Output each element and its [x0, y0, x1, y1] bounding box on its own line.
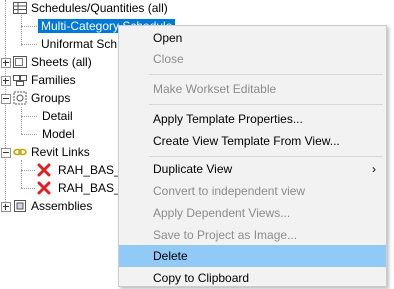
context-menu: Open Close Make Workset Editable Apply T… [118, 25, 387, 287]
tree-guide-line [21, 170, 35, 171]
menu-item-label: Close [153, 52, 184, 66]
menu-item-label: Open [153, 31, 183, 45]
tree-item-link-1[interactable]: RAH_BAS_A [36, 161, 129, 179]
expand-icon[interactable] [1, 202, 11, 212]
collapse-icon[interactable] [1, 94, 11, 104]
tree-guide-groups [21, 107, 22, 134]
tree-guide-line [21, 116, 37, 117]
sheet-icon [13, 55, 27, 69]
menu-item-label: Convert to independent view [153, 184, 306, 198]
tree-item-label: Groups [31, 91, 71, 105]
error-x-icon [37, 163, 51, 177]
menu-item-open[interactable]: Open [119, 27, 386, 49]
menu-item-apply-dependent-views[interactable]: Apply Dependent Views... [119, 202, 386, 224]
tree-item-detail[interactable]: Detail [42, 107, 73, 125]
tree-item-revit-links[interactable]: Revit Links [0, 143, 120, 161]
tree-item-label: Detail [42, 109, 73, 123]
error-x-icon [37, 181, 51, 195]
schedule-icon [13, 1, 27, 15]
expand-icon[interactable] [1, 58, 11, 68]
menu-separator [149, 104, 383, 105]
menu-item-label: Delete [153, 249, 188, 263]
tree-item-label: Schedules/Quantities (all) [31, 1, 168, 15]
menu-item-label: Duplicate View [153, 162, 233, 176]
submenu-arrow-icon: › [372, 162, 376, 176]
menu-item-convert-to-independent-view[interactable]: Convert to independent view [119, 180, 386, 202]
assemblies-icon [13, 199, 27, 213]
tree-item-label: Model [42, 127, 75, 141]
menu-item-duplicate-view[interactable]: Duplicate View › [119, 158, 386, 180]
families-icon [13, 73, 27, 87]
menu-item-label: Copy to Clipboard [153, 271, 250, 285]
tree-item-uniformat-schedule[interactable]: Uniformat Sch [38, 35, 117, 53]
expand-icon[interactable] [1, 76, 11, 86]
tree-guide-line [21, 44, 37, 45]
tree-guide-line [21, 188, 35, 189]
tree-guide-line [21, 134, 37, 135]
link-icon [13, 145, 27, 159]
menu-item-save-to-project-as-image[interactable]: Save to Project as Image... [119, 224, 386, 246]
tree-item-schedules[interactable]: Schedules/Quantities (all) [0, 0, 300, 17]
tree-item-families[interactable]: Families [0, 71, 120, 89]
menu-item-label: Apply Template Properties... [153, 112, 303, 126]
tree-guide-links [21, 160, 22, 188]
menu-item-label: Apply Dependent Views... [153, 206, 291, 220]
tree-item-model[interactable]: Model [42, 125, 75, 143]
tree-item-label: Assemblies [31, 199, 93, 213]
tree-item-label: Revit Links [31, 145, 90, 159]
tree-item-assemblies[interactable]: Assemblies [0, 197, 120, 215]
menu-item-create-view-template[interactable]: Create View Template From View... [119, 130, 386, 152]
menu-item-make-workset-editable[interactable]: Make Workset Editable [119, 78, 386, 100]
tree-item-label: Uniformat Sch [41, 37, 118, 51]
groups-icon [13, 91, 27, 105]
tree-item-sheets[interactable]: Sheets (all) [0, 53, 120, 71]
menu-item-copy-to-clipboard[interactable]: Copy to Clipboard [119, 267, 386, 289]
tree-item-label: Families [31, 73, 76, 87]
menu-item-label: Save to Project as Image... [153, 228, 298, 242]
collapse-icon[interactable] [1, 148, 11, 158]
menu-item-label: Make Workset Editable [153, 82, 277, 96]
menu-item-close[interactable]: Close [119, 48, 386, 70]
tree-guide-line [21, 26, 37, 27]
tree-item-groups[interactable]: Groups [0, 89, 120, 107]
menu-item-delete[interactable]: Delete [119, 245, 386, 267]
tree-item-label: Sheets (all) [31, 55, 92, 69]
menu-item-label: Create View Template From View... [153, 134, 340, 148]
tree-item-link-2[interactable]: RAH_BAS_S [36, 179, 129, 197]
menu-separator [149, 74, 383, 75]
menu-separator [149, 156, 383, 157]
menu-item-apply-template-properties[interactable]: Apply Template Properties... [119, 108, 386, 130]
